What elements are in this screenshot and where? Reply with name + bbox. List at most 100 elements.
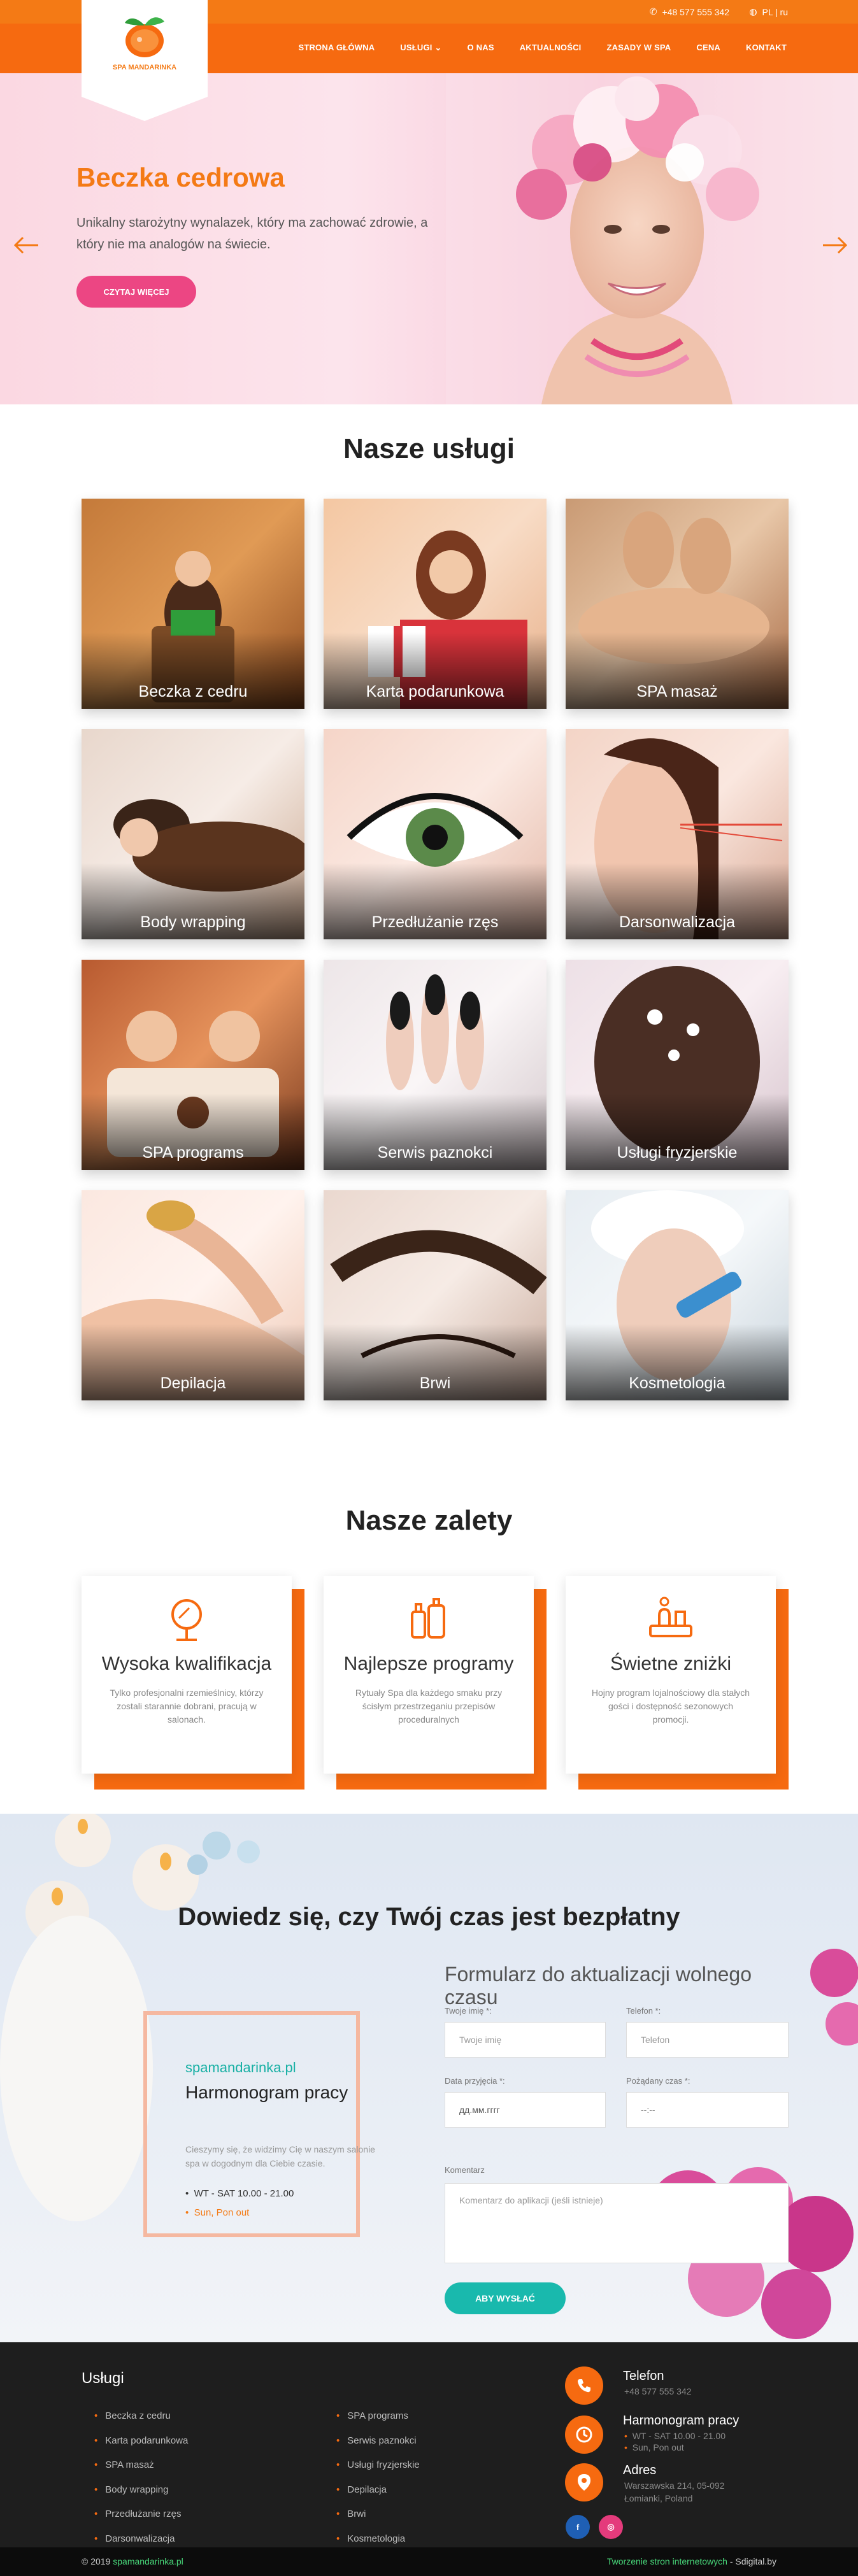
footer-hours-2-text: Sun, Pon out [632, 2442, 684, 2452]
service-label: Serwis paznokci [324, 1093, 547, 1170]
clock-icon [565, 2416, 603, 2454]
nav-item-news[interactable]: AKTUALNOŚCI [520, 43, 582, 53]
mirror-icon [171, 1599, 202, 1641]
nav-item-contact[interactable]: KONTAKT [746, 43, 787, 53]
booking-title: Dowiedz się, czy Twój czas jest bezpłatn… [178, 1903, 680, 1931]
footer-services-list-1: Beczka z cedru Karta podarunkowa SPA mas… [94, 2404, 188, 2551]
instagram-icon[interactable]: ◎ [599, 2515, 623, 2539]
footer-link[interactable]: Brwi [336, 2502, 420, 2527]
hero-title: Beczka cedrowa [76, 162, 285, 192]
location-pin-icon [565, 2463, 603, 2501]
footer-services-list-2: SPA programs Serwis paznokci Usługi fryz… [336, 2404, 420, 2551]
footer-address-1: Warszawska 214, 05-092 [624, 2480, 725, 2491]
schedule-text: Cieszymy się, że widzimy Cię w naszym sa… [185, 2144, 375, 2168]
service-card[interactable]: Karta podarunkowa [324, 499, 547, 709]
discount-bottles-icon [649, 1597, 692, 1637]
booking-section: Dowiedz się, czy Twój czas jest bezpłatn… [0, 1814, 858, 2342]
service-card[interactable]: SPA programs [82, 960, 304, 1170]
service-card[interactable]: Body wrapping [82, 729, 304, 939]
bullet-icon: • [185, 2188, 194, 2199]
bullet-icon: • [185, 2207, 194, 2218]
footer-phone[interactable]: +48 577 555 342 [624, 2386, 692, 2397]
footer-link[interactable]: Karta podarunkowa [94, 2429, 188, 2454]
footer-hours-1: • WT - SAT 10.00 - 21.00 [624, 2430, 726, 2442]
footer-link[interactable]: Przedłużanie rzęs [94, 2502, 188, 2527]
time-input[interactable]: --:-- [626, 2092, 789, 2128]
comment-textarea[interactable]: Komentarz do aplikacji (jeśli istnieje) [445, 2183, 789, 2263]
footer-link[interactable]: SPA masaż [94, 2453, 188, 2478]
copyright-site-link[interactable]: spamandarinka.pl [113, 2556, 183, 2566]
service-label: Depilacja [82, 1324, 304, 1400]
schedule-box: spamandarinka.pl Harmonogram pracy Ciesz… [143, 2011, 375, 2237]
advantage-card-body: Świetne zniżki Hojny program lojalnościo… [566, 1576, 776, 1774]
advantage-title: Najlepsze programy [343, 1653, 514, 1674]
nav-menu: STRONA GŁÓWNA USŁUGI ⌄ O NAS AKTUALNOŚCI… [298, 43, 787, 53]
schedule-closed: • Sun, Pon out [185, 2207, 249, 2218]
service-card[interactable]: Kosmetologia [566, 1190, 789, 1400]
date-label: Data przyjęcia *: [445, 2076, 505, 2086]
advantage-card: Najlepsze programy Rytuały Spa dla każde… [324, 1576, 547, 1790]
service-card[interactable]: Serwis paznokci [324, 960, 547, 1170]
advantage-text: Rytuały Spa dla każdego smaku przy ścisł… [355, 1688, 503, 1725]
arrow-right-icon[interactable] [822, 236, 848, 255]
name-input[interactable]: Twoje imię [445, 2022, 606, 2058]
service-card[interactable]: Beczka z cedru [82, 499, 304, 709]
schedule-closed-text: Sun, Pon out [194, 2207, 250, 2218]
logo[interactable]: SPA MANDARINKA [82, 0, 208, 121]
service-card[interactable]: Usługi fryzjerskie [566, 960, 789, 1170]
footer-address-title: Adres [623, 2463, 657, 2477]
advantage-card: Wysoka kwalifikacja Tylko profesjonalni … [82, 1576, 304, 1790]
comment-label: Komentarz [445, 2165, 485, 2175]
tangerine-logo-icon [125, 17, 164, 57]
schedule-hours: • WT - SAT 10.00 - 21.00 [185, 2188, 294, 2199]
credit: Tworzenie stron internetowych - Sdigital… [607, 2556, 776, 2566]
date-input[interactable]: дд.мм.гггг [445, 2092, 606, 2128]
footer-link[interactable]: SPA programs [336, 2404, 420, 2429]
copyright: © 2019 spamandarinka.pl [82, 2556, 183, 2566]
hero-woman-image [446, 73, 858, 404]
credit-link[interactable]: Tworzenie stron internetowych [607, 2556, 727, 2566]
footer-link[interactable]: Depilacja [336, 2478, 420, 2503]
topbar-phone-text: +48 577 555 342 [662, 6, 730, 17]
bullet-icon: • [624, 2442, 633, 2452]
nav-item-prices[interactable]: CENA [696, 43, 720, 53]
advantage-card-body: Wysoka kwalifikacja Tylko profesjonalni … [82, 1576, 292, 1774]
schedule-title: Harmonogram pracy [185, 2082, 348, 2102]
service-card[interactable]: Przedłużanie rzęs [324, 729, 547, 939]
service-label: SPA programs [82, 1093, 304, 1170]
service-card[interactable]: SPA masaż [566, 499, 789, 709]
facebook-icon[interactable]: f [566, 2515, 590, 2539]
cosmetics-bottles-icon [411, 1598, 445, 1639]
nav-item-services-label: USŁUGI [400, 43, 433, 52]
service-card[interactable]: Depilacja [82, 1190, 304, 1400]
footer-link[interactable]: Body wrapping [94, 2478, 188, 2503]
submit-button[interactable]: ABY WYSŁAĆ [445, 2282, 566, 2314]
phone-contact-icon [565, 2366, 603, 2405]
topbar-phone[interactable]: ✆ +48 577 555 342 [650, 6, 729, 17]
service-label: Przedłużanie rzęs [324, 863, 547, 939]
footer-link[interactable]: Serwis paznokci [336, 2429, 420, 2454]
footer-hours-title: Harmonogram pracy [623, 2414, 740, 2428]
hero-text: Unikalny starożytny wynalazek, który ma … [76, 216, 428, 252]
footer-link[interactable]: Usługi fryzjerskie [336, 2453, 419, 2478]
copyright-year: © 2019 [82, 2556, 111, 2566]
nav-item-services[interactable]: USŁUGI ⌄ [400, 43, 441, 53]
hero-slider: Beczka cedrowa Unikalny starożytny wynal… [0, 73, 858, 404]
language-switcher[interactable]: ◍ PL | ru [749, 6, 788, 17]
chevron-down-icon: ⌄ [434, 43, 442, 52]
advantage-title: Świetne zniżki [610, 1653, 732, 1674]
footer-hours-1-text: WT - SAT 10.00 - 21.00 [632, 2431, 726, 2441]
nav-item-about[interactable]: O NAS [468, 43, 494, 53]
read-more-button[interactable]: CZYTAJ WIĘCEJ [76, 276, 196, 308]
service-label: Beczka z cedru [82, 632, 304, 709]
service-card[interactable]: Darsonwalizacja [566, 729, 789, 939]
nav-item-home[interactable]: STRONA GŁÓWNA [298, 43, 375, 53]
advantage-text: Hojny program lojalnościowy dla stałych … [591, 1688, 750, 1725]
nav-item-rules[interactable]: ZASADY W SPA [607, 43, 671, 53]
footer-link[interactable]: Beczka z cedru [94, 2404, 188, 2429]
service-card[interactable]: Brwi [324, 1190, 547, 1400]
advantage-text: Tylko profesjonalni rzemieślnicy, którzy… [110, 1688, 264, 1725]
phone-input[interactable]: Telefon [626, 2022, 789, 2058]
footer-address-2: Łomianki, Poland [624, 2493, 693, 2503]
arrow-left-icon[interactable] [13, 236, 39, 255]
